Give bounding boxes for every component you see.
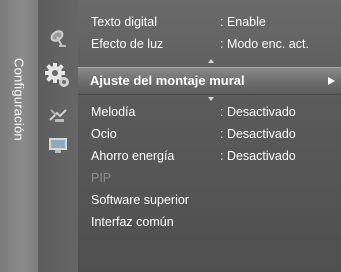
antenna-icon[interactable] (47, 104, 69, 126)
category-tab[interactable]: Configuración (0, 0, 39, 272)
menu-item-value: : Desactivado (220, 149, 296, 163)
menu-item-value: : Desactivado (220, 105, 296, 119)
menu-item-label: Ocio (91, 127, 117, 141)
gear-icon[interactable] (42, 60, 72, 90)
monitor-icon[interactable] (47, 134, 69, 156)
menu-item-energy-saving[interactable]: Ahorro energía : Desactivado (78, 146, 341, 167)
menu-item-wall-mount-adjust[interactable]: Ajuste del montaje mural (78, 67, 341, 95)
category-icon-column (38, 0, 78, 272)
menu-item-pip: PIP (78, 168, 341, 189)
scroll-down-arrow-icon (208, 97, 214, 101)
menu-item-digital-text[interactable]: Texto digital : Enable (78, 12, 341, 33)
menu-item-label: Melodía (91, 105, 136, 119)
settings-menu-list: Texto digital : Enable Efecto de luz : M… (78, 0, 341, 272)
menu-item-label: Ajuste del montaje mural (90, 73, 245, 88)
menu-item-label: Ahorro energía (91, 149, 175, 163)
menu-item-common-interface[interactable]: Interfaz común (78, 212, 341, 233)
menu-item-label: Software superior (91, 193, 189, 207)
menu-item-label: PIP (91, 171, 112, 185)
settings-menu-screen: Configuración Texto digital: Enable Efe… (0, 0, 341, 272)
menu-item-software-upgrade[interactable]: Software superior (78, 190, 341, 211)
satellite-dish-icon[interactable] (47, 27, 69, 49)
menu-item-light-effect[interactable]: Efecto de luz : Modo enc. act. (78, 34, 341, 55)
menu-item-value: : Modo enc. act. (220, 37, 309, 51)
menu-item-value: : Desactivado (220, 127, 296, 141)
menu-item-label: Texto digital (91, 15, 158, 29)
menu-item-label: Efecto de luz (91, 37, 164, 51)
menu-item-entertainment[interactable]: Ocio : Desactivado (78, 124, 341, 145)
scroll-up-arrow-icon (208, 59, 214, 63)
submenu-arrow-icon (328, 77, 335, 85)
menu-item-melody[interactable]: Melodía : Desactivado (78, 102, 341, 123)
menu-item-value: : Enable (220, 15, 266, 29)
menu-item-label: Interfaz común (91, 215, 174, 229)
category-tab-label: Configuración (11, 58, 27, 141)
